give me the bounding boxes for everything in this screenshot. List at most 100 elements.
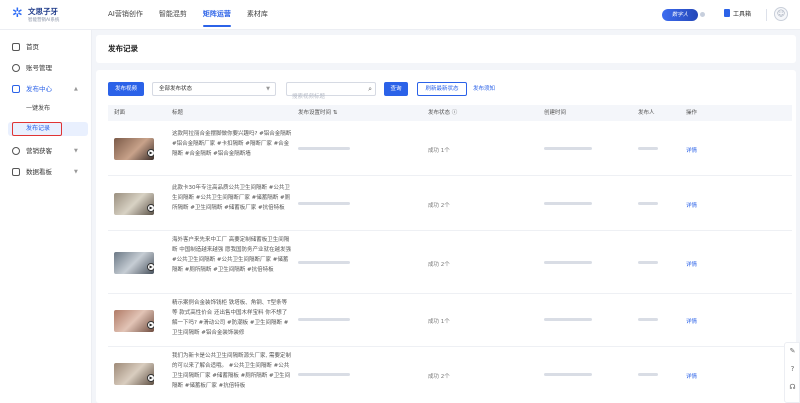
publish-time [298,317,350,323]
created-time [544,317,592,323]
column-header: 操作 [686,110,698,116]
home-icon [12,43,20,51]
play-icon[interactable]: ▶ [147,263,154,271]
chevron-down-icon: ▼ [266,86,270,92]
digital-human-badge[interactable]: 数字人 [662,9,698,21]
created-time [544,260,592,266]
status-dot [700,12,705,17]
column-header[interactable]: 发布设置时间 ⇅ [298,105,337,121]
chevron-up-icon: ▲ [74,86,78,92]
video-title: 海外客户来先来中工厂 高要定制储蓄板卫生间隔断 中国制造越来越强 愿我国防务产业… [172,237,291,273]
video-title: 这款阿拉丽合金摆脚做你要兴趣吗? #铝合金隔断 #铝合金隔断厂家 #卡扣隔断 #… [172,131,292,157]
table-row: ▶ 精示案例合金装饰钱柜 铁塔板、角钢、T型条等等 款式高性价合 还出售中国木样… [108,295,792,347]
publish-status: 成功 2个 [428,374,450,380]
details-link[interactable]: 详情 [686,201,697,209]
toolbox-button[interactable]: 工具箱 [724,9,751,21]
video-title: 精示案例合金装饰钱柜 铁塔板、角钢、T型条等等 款式高性价合 还出售中国木样宝料… [172,300,289,336]
details-link[interactable]: 详情 [686,146,697,154]
search-box: ⌕ [286,82,376,103]
video-cover[interactable]: ▶ [114,363,154,385]
nav-smart-edit[interactable]: 智能混剪 [159,0,187,30]
sidebar-item-accounts[interactable]: 账号管理 [0,60,92,76]
publisher [638,317,658,323]
column-header: 标题 [172,110,184,116]
page-header: 发布记录 [96,35,796,63]
column-header: 封面 [114,110,126,116]
status-select-value: 全部发布状态 [159,86,193,92]
chart-icon [12,168,20,176]
publish-time [298,146,350,152]
sidebar-item-publish-center[interactable]: 发布中心 ▲ [0,81,92,97]
edit-icon[interactable]: ✎ [788,347,797,356]
video-cover[interactable]: ▶ [114,193,154,215]
table-row: ▶ 这款阿拉丽合金摆脚做你要兴趣吗? #铝合金隔断 #铝合金隔断厂家 #卡扣隔断… [108,122,792,176]
publish-time [298,372,350,378]
play-icon[interactable]: ▶ [147,374,154,382]
page-title: 发布记录 [108,44,138,53]
publish-time [298,260,350,266]
created-time [544,201,592,207]
headset-icon[interactable]: ☊ [788,383,797,392]
brand-logo[interactable]: ✲ 文思子牙 智能营销AI系统 [12,5,82,27]
video-title: 此款卡30年专注高品质公共卫生间隔断 #公共卫生间隔断 #公共卫生间隔断厂家 #… [172,185,291,211]
play-icon[interactable]: ▶ [147,149,154,157]
sidebar-subitem-one-click-publish[interactable]: 一键发布 [0,102,92,116]
play-icon[interactable]: ▶ [147,321,154,329]
records-card: 发布视频 全部发布状态 ▼ ⌕ 查询 刷新最新状态 发布须知 封面 标题 发布设… [96,70,796,403]
floating-toolbar: ✎ ? ☊ [784,342,800,403]
video-cover[interactable]: ▶ [114,310,154,332]
nav-matrix-ops[interactable]: 矩阵运营 [202,0,231,30]
publish-status: 成功 1个 [428,319,450,325]
publish-video-button[interactable]: 发布视频 [108,82,144,96]
publisher [638,260,658,266]
publish-time [298,201,350,207]
refresh-status-button[interactable]: 刷新最新状态 [417,82,467,96]
publish-notice-link[interactable]: 发布须知 [473,82,495,96]
brand-name: 文思子牙 [28,7,58,16]
sidebar: 首页 账号管理 发布中心 ▲ 一键发布 发布记录 营销获客 ▼ 数据看板 ▼ [0,30,92,403]
publisher [638,201,658,207]
publish-status: 成功 2个 [428,203,450,209]
help-icon[interactable]: ? [788,365,797,374]
nav-ai-creation[interactable]: AI营销创作 [108,0,143,30]
video-title: 我们为新卡是公共卫生间隔断源头厂家, 需要定制的可以来了解合适哦。 #公共卫生间… [172,353,291,389]
user-icon [12,64,20,72]
table-row: ▶ 海外客户来先来中工厂 高要定制储蓄板卫生间隔断 中国制造越来越强 愿我国防务… [108,232,792,294]
details-link[interactable]: 详情 [686,260,697,268]
query-button[interactable]: 查询 [384,82,408,96]
main-nav: AI营销创作 智能混剪 矩阵运营 素材库 [108,0,284,30]
status-select[interactable]: 全部发布状态 ▼ [152,82,276,96]
top-bar: ✲ 文思子牙 智能营销AI系统 AI营销创作 智能混剪 矩阵运营 素材库 数字人… [0,0,800,30]
sidebar-item-dashboard[interactable]: 数据看板 ▼ [0,164,92,180]
help-icon[interactable]: ⓘ [452,110,458,116]
table-row: ▶ 我们为新卡是公共卫生间隔断源头厂家, 需要定制的可以来了解合适哦。 #公共卫… [108,348,792,403]
search-icon[interactable]: ⌕ [368,84,372,94]
toolbox-label: 工具箱 [733,11,752,18]
toolbox-icon [724,9,730,17]
search-input[interactable] [287,91,363,103]
chevron-down-icon: ▼ [74,169,78,175]
column-header: 创建时间 [544,110,567,116]
video-cover[interactable]: ▶ [114,252,154,274]
table-header: 封面 标题 发布设置时间 ⇅ 发布状态 ⓘ 创建时间 发布人 操作 [108,105,792,121]
highlight-box [12,122,62,136]
sidebar-item-label: 账号管理 [26,64,52,72]
created-time [544,372,592,378]
avatar[interactable]: ☺ [774,7,788,21]
publish-status: 成功 2个 [428,262,450,268]
column-header: 发布状态 ⓘ [428,110,458,116]
sidebar-item-marketing[interactable]: 营销获客 ▼ [0,143,92,159]
table-row: ▶ 此款卡30年专注高品质公共卫生间隔断 #公共卫生间隔断 #公共卫生间隔断厂家… [108,177,792,231]
publish-status: 成功 1个 [428,148,450,154]
sidebar-item-label: 营销获客 [26,147,52,155]
details-link[interactable]: 详情 [686,317,697,325]
sidebar-item-home[interactable]: 首页 [0,39,92,55]
video-cover[interactable]: ▶ [114,138,154,160]
nav-asset-library[interactable]: 素材库 [247,0,268,30]
play-icon[interactable]: ▶ [147,204,154,212]
sort-icon[interactable]: ⇅ [333,110,338,116]
details-link[interactable]: 详情 [686,372,697,380]
target-icon [12,147,20,155]
logo-icon: ✲ [12,6,23,21]
column-header: 发布人 [638,110,655,116]
